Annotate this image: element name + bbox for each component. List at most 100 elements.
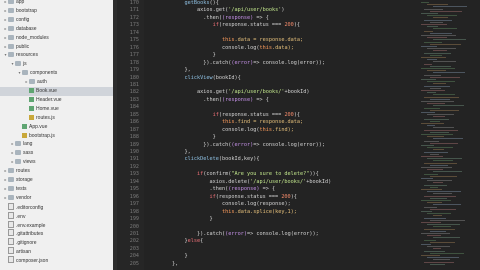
file-icon — [8, 247, 14, 255]
tree-item[interactable]: ▾ resources — [0, 51, 113, 60]
minimap-line — [421, 255, 440, 256]
minimap-line — [430, 142, 458, 144]
minimap-line — [430, 186, 438, 188]
code-token: this — [221, 37, 235, 44]
tree-item-label: vendor — [16, 194, 32, 201]
code-line[interactable]: clickDelete(bookId,key){ — [147, 155, 259, 163]
minimap-line — [430, 65, 451, 67]
minimap-line — [427, 202, 442, 204]
tree-item[interactable]: ▸ public — [0, 43, 113, 52]
tree-item[interactable]: Book.vue — [0, 87, 113, 96]
code-line[interactable]: }else{ — [147, 237, 203, 245]
code-line[interactable]: if(response.status === 200){ — [147, 21, 300, 29]
tree-item-label: routes.js — [36, 114, 55, 121]
tree-item[interactable]: ▸ config — [0, 16, 113, 25]
tree-item[interactable]: ▸ sass — [0, 149, 113, 158]
minimap-line — [433, 182, 443, 184]
tree-item[interactable]: App.vue — [0, 123, 113, 132]
minimap-line — [427, 48, 456, 50]
tree-item[interactable]: .gitignore — [0, 238, 113, 247]
code-token: (response.status === — [218, 22, 285, 29]
minimap-line — [433, 237, 460, 239]
code-line[interactable]: } — [147, 215, 213, 223]
folder-icon — [15, 159, 21, 165]
minimap-line — [430, 153, 439, 155]
tree-item[interactable]: .gitattributes — [0, 229, 113, 238]
code-token: }).catch( — [203, 141, 232, 148]
tree-item[interactable]: Home.vue — [0, 105, 113, 114]
folder-icon — [8, 16, 14, 22]
tree-item-label: database — [16, 25, 37, 32]
tree-item[interactable]: composer.json — [0, 256, 113, 265]
file-icon — [8, 211, 14, 219]
code-line[interactable]: .then((response) => { — [147, 96, 269, 104]
tree-item[interactable]: .editorconfig — [0, 202, 113, 212]
tree-item[interactable]: Header.vue — [0, 96, 113, 105]
tree-item[interactable]: ▸ bootstrap — [0, 7, 113, 16]
code-token: this — [221, 119, 235, 126]
tree-item[interactable]: artisan — [0, 247, 113, 256]
tree-item[interactable]: ▸ routes — [0, 167, 113, 176]
code-line[interactable]: clickView(bookId){ — [147, 74, 240, 82]
tree-item[interactable]: .env — [0, 211, 113, 221]
code-token: } — [212, 134, 216, 141]
code-token: clickView — [184, 74, 213, 81]
code-editor[interactable]: 170 171 172 173 174 175 176 177 178 179 180 181 182 1… — [117, 0, 480, 270]
minimap-line — [427, 4, 448, 6]
code-token: getBooks — [184, 0, 210, 6]
folder-icon — [8, 0, 14, 4]
minimap[interactable] — [417, 0, 480, 270]
tree-item[interactable]: ▾ components — [0, 69, 113, 78]
tree-item[interactable]: ▸ storage — [0, 176, 113, 185]
code-token: } — [209, 216, 213, 223]
minimap-line — [421, 24, 447, 25]
tree-item[interactable]: ▸ database — [0, 25, 113, 34]
code-token: }, — [184, 149, 191, 155]
tree-item[interactable]: ▸ node_modules — [0, 34, 113, 43]
tree-item[interactable]: .env.example — [0, 220, 113, 230]
folder-icon — [15, 150, 21, 156]
code-token: ) — [281, 7, 285, 14]
tree-item[interactable]: routes.js — [0, 114, 113, 123]
tree-item[interactable]: bootstrap.js — [0, 132, 113, 141]
minimap-line — [433, 215, 442, 217]
folder-icon — [8, 7, 14, 13]
code-token: this — [259, 44, 272, 51]
minimap-line — [427, 70, 446, 72]
minimap-line — [430, 230, 446, 232]
file-icon — [29, 96, 34, 102]
file-icon — [8, 238, 14, 246]
minimap-line — [427, 103, 445, 105]
code-token: +bookId) — [284, 89, 310, 96]
code-line[interactable]: }, — [147, 260, 178, 268]
tree-item[interactable]: ▸ views — [0, 158, 113, 167]
minimap-line — [421, 233, 450, 234]
tree-item[interactable]: ▸ vendor — [0, 194, 113, 203]
tree-item[interactable]: ▸ lang — [0, 140, 113, 149]
tree-item[interactable]: ▸ app — [0, 0, 113, 7]
minimap-line — [427, 169, 443, 171]
code-token: .then( — [209, 186, 229, 193]
minimap-line — [430, 21, 443, 23]
folder-icon — [8, 34, 14, 40]
code-area[interactable]: getBooks(){ axios.get('/api/user/books')… — [147, 0, 407, 270]
code-token: (response) — [221, 96, 254, 103]
tree-item[interactable]: ▸ auth — [0, 78, 113, 87]
tree-item[interactable]: ▾ js — [0, 60, 113, 69]
code-token: (){ — [209, 0, 219, 6]
tree-item-label: .gitattributes — [16, 231, 44, 238]
minimap-line — [421, 79, 436, 80]
minimap-line — [433, 149, 444, 151]
tree-item-label: auth — [37, 79, 47, 86]
minimap-line — [421, 112, 435, 113]
minimap-line — [430, 10, 462, 12]
tree-item[interactable]: ▸ tests — [0, 185, 113, 194]
minimap-line — [424, 261, 454, 263]
